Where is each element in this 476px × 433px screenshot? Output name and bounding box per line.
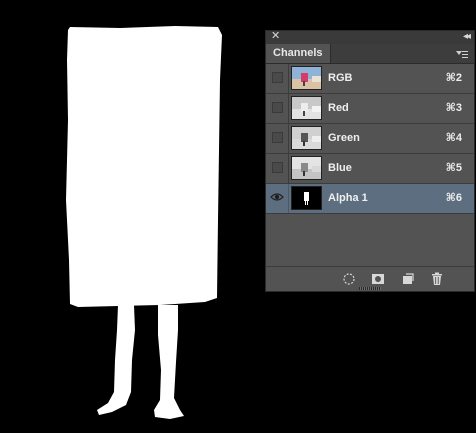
panel-footer [266, 266, 474, 291]
channel-name: Green [328, 132, 360, 144]
channel-thumbnail-green [291, 126, 322, 150]
channels-panel: ✕ ◂◂ Channels RGB ⌘2 Red ⌘3 Green ⌘4 Blu… [265, 30, 475, 292]
channel-name: Alpha 1 [328, 192, 368, 204]
channel-shortcut: ⌘5 [445, 162, 462, 174]
visibility-toggle[interactable] [270, 192, 284, 203]
visibility-toggle[interactable] [272, 72, 283, 83]
channel-thumbnail-alpha-1 [291, 186, 322, 210]
channel-shortcut: ⌘4 [445, 132, 462, 144]
channel-name: Red [328, 102, 349, 114]
new-channel-icon[interactable] [401, 272, 415, 286]
visibility-toggle[interactable] [272, 132, 283, 143]
tab-channels[interactable]: Channels [266, 44, 331, 63]
visibility-toggle[interactable] [272, 102, 283, 113]
panel-menu-icon[interactable] [456, 49, 468, 59]
resize-grip[interactable] [359, 287, 381, 290]
collapse-icon[interactable]: ◂◂ [463, 30, 471, 43]
channel-row-blue[interactable]: Blue ⌘5 [266, 154, 474, 184]
trash-icon[interactable] [430, 272, 444, 286]
channel-name: RGB [328, 72, 353, 84]
board-silhouette [66, 26, 222, 307]
panel-tab-bar: Channels [266, 44, 474, 64]
channel-shortcut: ⌘3 [445, 102, 462, 114]
visibility-toggle[interactable] [272, 162, 283, 173]
channel-shortcut: ⌘6 [445, 192, 462, 204]
save-selection-icon[interactable] [371, 272, 385, 286]
channel-name: Blue [328, 162, 352, 174]
channel-list: RGB ⌘2 Red ⌘3 Green ⌘4 Blue ⌘5 Alpha 1 ⌘… [266, 64, 474, 214]
channel-thumbnail-rgb [291, 66, 322, 90]
channel-row-rgb[interactable]: RGB ⌘2 [266, 64, 474, 94]
close-icon[interactable]: ✕ [271, 30, 280, 43]
channel-row-green[interactable]: Green ⌘4 [266, 124, 474, 154]
channel-row-red[interactable]: Red ⌘3 [266, 94, 474, 124]
channel-thumbnail-red [291, 96, 322, 120]
panel-title-bar[interactable]: ✕ ◂◂ [266, 30, 474, 45]
eye-icon [270, 193, 284, 201]
channel-shortcut: ⌘2 [445, 72, 462, 84]
channel-row-alpha-1[interactable]: Alpha 1 ⌘6 [266, 184, 474, 214]
channel-thumbnail-blue [291, 156, 322, 180]
load-selection-icon[interactable] [342, 272, 356, 286]
